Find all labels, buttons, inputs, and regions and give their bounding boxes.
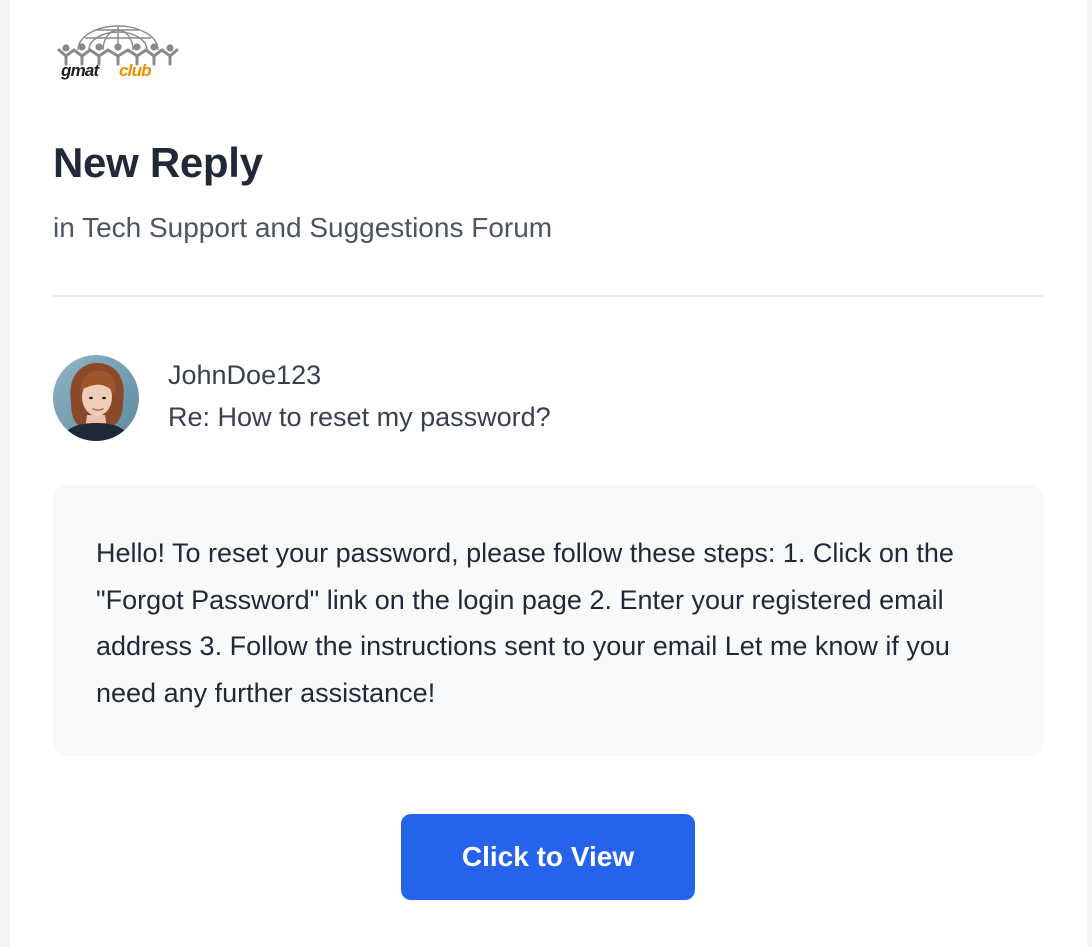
author-avatar[interactable] bbox=[53, 355, 139, 441]
svg-text:gmat: gmat bbox=[60, 61, 101, 80]
gmatclub-logo[interactable]: gmat club bbox=[57, 20, 179, 80]
message-box: Hello! To reset your password, please fo… bbox=[53, 485, 1044, 756]
click-to-view-button[interactable]: Click to View bbox=[401, 814, 695, 900]
email-card: gmat club New Reply in Tech Support and … bbox=[10, 0, 1087, 947]
forum-subtitle: in Tech Support and Suggestions Forum bbox=[53, 212, 553, 243]
notification-title: New Reply bbox=[53, 139, 263, 186]
author-name[interactable]: JohnDoe123 bbox=[168, 360, 321, 391]
divider bbox=[53, 295, 1044, 297]
svg-text:club: club bbox=[119, 61, 151, 80]
thread-title[interactable]: Re: How to reset my password? bbox=[168, 402, 551, 433]
message-text: Hello! To reset your password, please fo… bbox=[96, 538, 954, 709]
